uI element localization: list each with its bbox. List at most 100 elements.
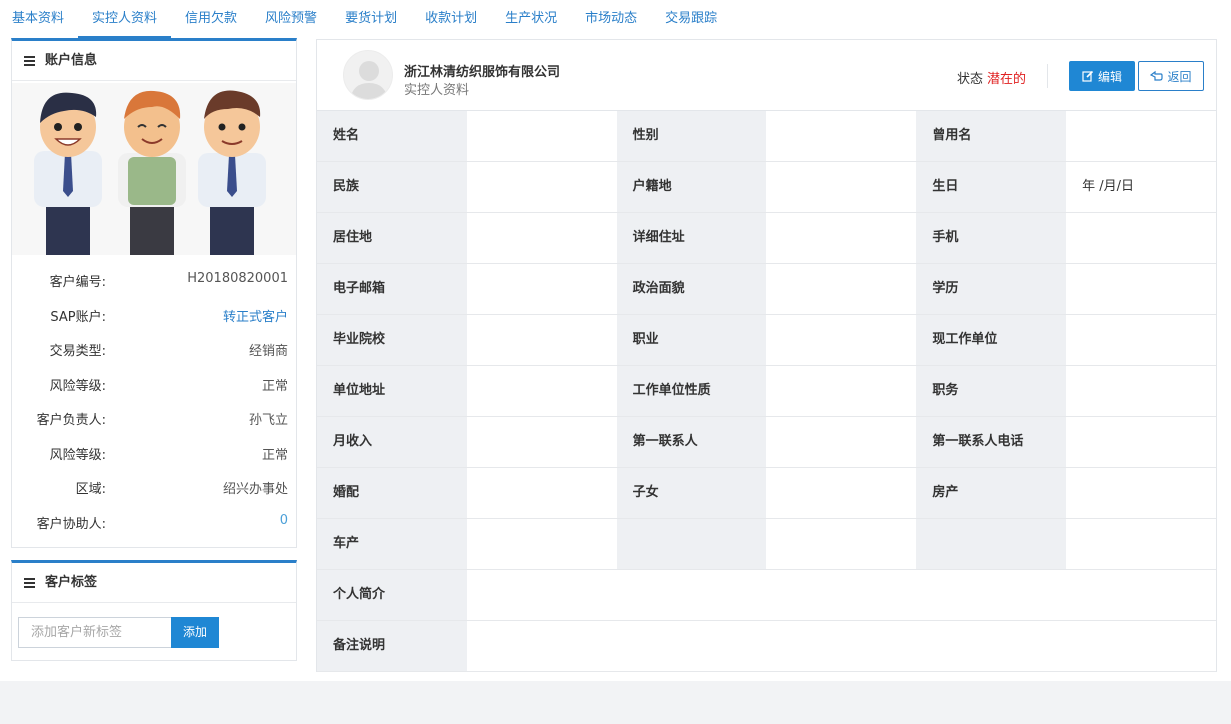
tab-market-news[interactable]: 市场动态 [571, 0, 651, 38]
customer-tags-header: 客户标签 [12, 563, 296, 603]
status-badge: 潜在的 [986, 72, 1026, 87]
field-label: 户籍地 [616, 162, 767, 212]
field-label: 职务 [916, 366, 1067, 416]
field-value-birthday: 年 /月/日 [1066, 162, 1216, 212]
field-label: 学历 [916, 264, 1067, 314]
edit-label: 编辑 [1097, 69, 1122, 84]
field-label: 个人简介 [317, 570, 467, 620]
table-row: 月收入 第一联系人 第一联系人电话 [317, 417, 1216, 468]
field-value-contact-phone [1066, 417, 1216, 467]
tab-order-plan[interactable]: 要货计划 [331, 0, 411, 38]
table-row: 车产 [317, 519, 1216, 570]
status-label: 状态 [956, 72, 983, 87]
field-label: 性别 [616, 111, 767, 161]
menu-icon [24, 54, 35, 68]
field-value-former-name [1066, 111, 1216, 161]
field-label: 现工作单位 [916, 315, 1067, 365]
table-row: 姓名 性别 曾用名 [317, 111, 1216, 162]
tab-controller-info[interactable]: 实控人资料 [78, 0, 172, 38]
info-row-trade-type: 交易类型: 经销商 [12, 340, 296, 374]
table-row: 电子邮箱 政治面貌 学历 [317, 264, 1216, 315]
tab-production-status[interactable]: 生产状况 [491, 0, 571, 38]
customer-cartoon-image [12, 83, 296, 255]
info-label: 风险等级: [49, 379, 106, 394]
field-value-children [766, 468, 917, 518]
info-label: 客户协助人: [36, 517, 106, 532]
table-row: 个人简介 [317, 570, 1216, 621]
field-label: 备注说明 [317, 621, 467, 671]
back-button[interactable]: 返回 [1138, 61, 1204, 91]
field-label: 月收入 [317, 417, 467, 467]
tab-collection-plan[interactable]: 收款计划 [411, 0, 491, 38]
field-value-employer [1066, 315, 1216, 365]
new-tag-input[interactable] [18, 617, 171, 648]
tab-trade-tracking[interactable]: 交易跟踪 [651, 0, 731, 38]
field-label: 详细住址 [616, 213, 767, 263]
tab-credit-arrears[interactable]: 信用欠款 [171, 0, 251, 38]
field-label: 第一联系人电话 [916, 417, 1067, 467]
customer-tags-title: 客户标签 [45, 574, 98, 590]
field-value-occupation [766, 315, 917, 365]
company-name: 浙江林清纺织服饰有限公司 [404, 65, 561, 80]
field-value-employer-address [466, 366, 617, 416]
info-label: 客户编号: [49, 275, 106, 290]
field-label: 电子邮箱 [317, 264, 467, 314]
info-row-risk-level: 风险等级: 正常 [12, 375, 296, 409]
info-row-risk-level-2: 风险等级: 正常 [12, 444, 296, 478]
info-row-assistant: 客户协助人: 0 [12, 513, 296, 547]
info-label: 交易类型: [49, 344, 106, 359]
field-label: 第一联系人 [616, 417, 767, 467]
field-label: 车产 [317, 519, 467, 569]
tab-basic-info[interactable]: 基本资料 [0, 0, 78, 38]
status-indicator: 状态 潜在的 [957, 68, 1026, 87]
field-value-remarks [467, 621, 1216, 671]
field-label: 居住地 [317, 213, 467, 263]
tab-risk-warning[interactable]: 风险预警 [251, 0, 331, 38]
field-value-political [766, 264, 917, 314]
field-label-empty [616, 519, 767, 569]
add-tag-button[interactable]: 添加 [171, 617, 219, 648]
info-row-customer-id: 客户编号: H20180820001 [12, 271, 296, 305]
table-row: 民族 户籍地 生日 年 /月/日 [317, 162, 1216, 213]
field-value-residence [466, 213, 617, 263]
info-label: 风险等级: [49, 448, 106, 463]
field-value-income [466, 417, 617, 467]
field-label: 姓名 [317, 111, 467, 161]
avatar [343, 50, 393, 100]
info-row-region: 区域: 绍兴办事处 [12, 478, 296, 512]
table-row: 备注说明 [317, 621, 1216, 672]
account-info-title: 账户信息 [45, 52, 98, 68]
field-label: 婚配 [317, 468, 467, 518]
field-value-marital [466, 468, 617, 518]
field-value-address [766, 213, 917, 263]
account-info-panel: 账户信息 客户编号: H20180820001 SAP账户: 转正式客户 交易类… [11, 38, 297, 548]
field-value-hukou [766, 162, 917, 212]
edit-button[interactable]: 编辑 [1069, 61, 1135, 91]
info-row-sap-account: SAP账户: 转正式客户 [12, 306, 296, 340]
info-value: 绍兴办事处 [222, 482, 288, 497]
top-tab-bar: 基本资料 实控人资料 信用欠款 风险预警 要货计划 收款计划 生产状况 市场动态… [0, 0, 731, 38]
field-value-name [466, 111, 617, 161]
controller-info-panel: 浙江林清纺织服饰有限公司 实控人资料 状态 潜在的 编辑 返回 姓名 性别 曾用… [316, 39, 1217, 672]
info-value: 孙飞立 [248, 413, 288, 428]
field-label: 手机 [916, 213, 1067, 263]
field-value-position [1066, 366, 1216, 416]
field-value-empty [1066, 519, 1216, 569]
field-value-education [1066, 264, 1216, 314]
field-value-bio [467, 570, 1216, 620]
page: 基本资料 实控人资料 信用欠款 风险预警 要货计划 收款计划 生产状况 市场动态… [0, 0, 1231, 681]
table-row: 婚配 子女 房产 [317, 468, 1216, 519]
info-label: 区域: [75, 482, 106, 497]
info-label: 客户负责人: [36, 413, 106, 428]
info-value: 正常 [261, 379, 288, 394]
convert-customer-link[interactable]: 转正式客户 [223, 306, 288, 325]
profile-header: 浙江林清纺织服饰有限公司 实控人资料 状态 潜在的 编辑 返回 [317, 40, 1216, 111]
field-value-ethnicity [466, 162, 617, 212]
assistant-count-link[interactable]: 0 [280, 513, 288, 528]
field-value-empty [766, 519, 917, 569]
info-value: 正常 [261, 448, 288, 463]
field-label: 工作单位性质 [616, 366, 767, 416]
page-subtitle: 实控人资料 [404, 83, 470, 98]
field-label: 民族 [317, 162, 467, 212]
table-row: 单位地址 工作单位性质 职务 [317, 366, 1216, 417]
